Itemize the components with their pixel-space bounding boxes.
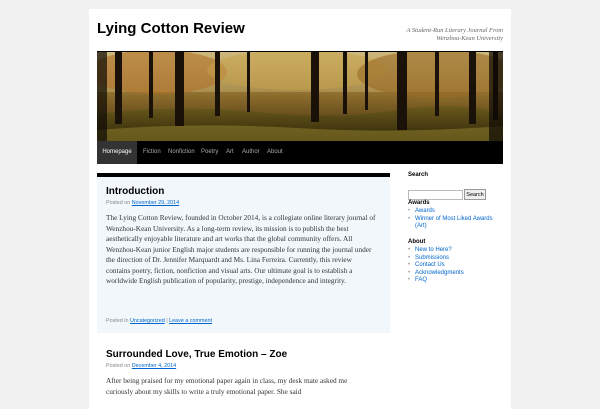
nav-item-art[interactable]: Art [226, 141, 234, 164]
winner-most-liked-link[interactable]: Winner of Most Liked Awards (Art) [415, 216, 493, 230]
post-date-link[interactable]: December 4, 2014 [132, 363, 176, 369]
list-item: Contact Us [408, 262, 498, 270]
contact-us-link[interactable]: Contact Us [415, 262, 445, 268]
awards-widget-title: Awards [408, 200, 430, 206]
search-button[interactable]: Search [464, 189, 486, 200]
list-item: New to Here? [408, 247, 498, 255]
post-body: After being praised for my emotional pap… [106, 376, 348, 396]
nav-item-homepage[interactable]: Homepage [97, 141, 137, 164]
post-title[interactable]: Surrounded Love, True Emotion – Zoe [106, 349, 287, 360]
list-item: Awards [408, 208, 498, 216]
search-widget-title: Search [408, 172, 429, 178]
nav-item-fiction[interactable]: Fiction [143, 141, 161, 164]
post-date-link[interactable]: November 29, 2014 [132, 200, 179, 206]
post-meta: Posted on November 29, 2014 [106, 200, 179, 206]
site-description: A Student-Run Literary Journal From Wenz… [406, 27, 503, 42]
post-body: The Lying Cotton Review, founded in Octo… [106, 213, 376, 285]
awards-list: Awards Winner of Most Liked Awards (Art) [408, 208, 498, 231]
post-surrounded-love: Surrounded Love, True Emotion – Zoe Post… [97, 345, 390, 409]
search-input[interactable] [408, 190, 463, 200]
site-title[interactable]: Lying Cotton Review [97, 20, 245, 37]
list-item: FAQ [408, 277, 498, 285]
acknowledgments-link[interactable]: Acknowledgments [415, 270, 464, 276]
header-image [97, 51, 503, 142]
post-meta-prefix: Posted on [106, 200, 131, 206]
awards-link[interactable]: Awards [415, 208, 435, 214]
page-wrapper: Lying Cotton Review A Student-Run Litera… [89, 9, 511, 409]
list-item: Acknowledgments [408, 270, 498, 278]
post-meta-prefix: Posted on [106, 363, 131, 369]
list-item: Submissions [408, 255, 498, 263]
submissions-link[interactable]: Submissions [415, 255, 449, 261]
nav-item-nonfiction[interactable]: Nonfiction [168, 141, 195, 164]
posted-in-label: Posted in [106, 318, 129, 324]
nav-item-about[interactable]: About [267, 141, 283, 164]
nav-item-author[interactable]: Author [242, 141, 260, 164]
list-item: Winner of Most Liked Awards (Art) [408, 216, 498, 231]
category-link[interactable]: Uncategorized [130, 318, 165, 324]
post-utility: Posted in Uncategorized | Leave a commen… [106, 318, 212, 324]
leave-comment-link[interactable]: Leave a comment [169, 318, 212, 324]
main-nav: Homepage Fiction Nonfiction Poetry Art A… [97, 141, 503, 164]
faq-link[interactable]: FAQ [415, 277, 427, 283]
nav-item-poetry[interactable]: Poetry [201, 141, 218, 164]
post-title[interactable]: Introduction [106, 186, 164, 197]
about-list: New to Here? Submissions Contact Us Ackn… [408, 247, 498, 285]
utility-separator: | [166, 318, 168, 324]
new-to-here-link[interactable]: New to Here? [415, 247, 452, 253]
forest-image [97, 52, 503, 142]
about-widget-title: About [408, 239, 426, 245]
post-meta: Posted on December 4, 2014 [106, 363, 176, 369]
post-introduction: Introduction Posted on November 29, 2014… [97, 173, 390, 333]
